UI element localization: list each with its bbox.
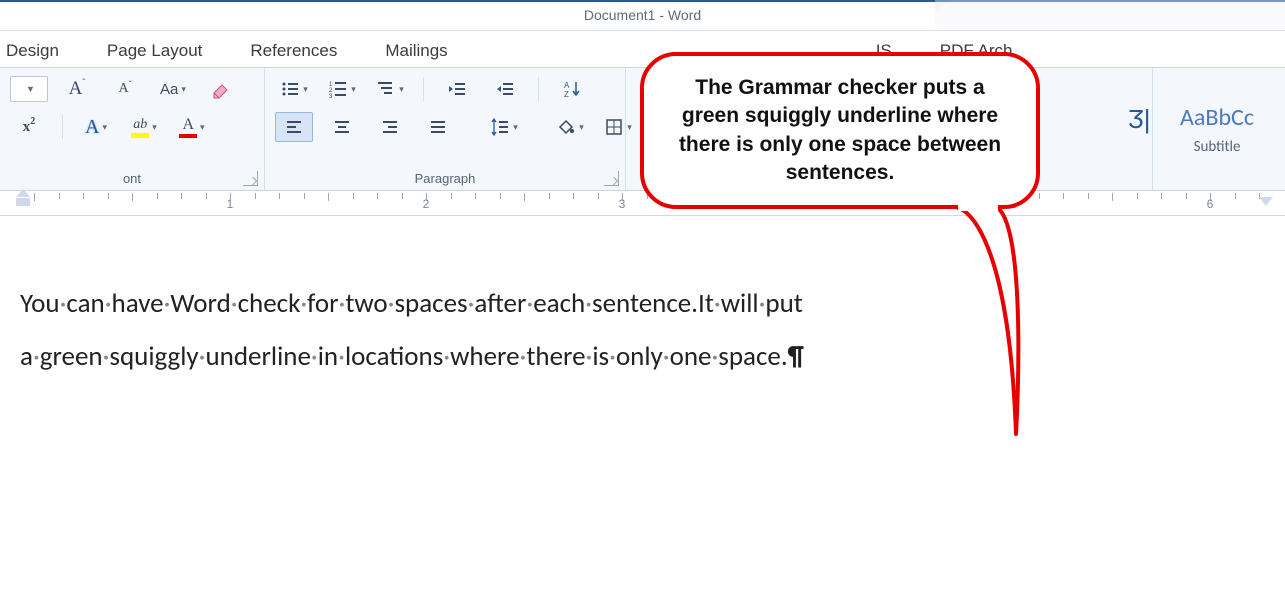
style-label: Subtitle	[1194, 138, 1241, 156]
decrease-indent-icon	[447, 79, 467, 99]
justify-button[interactable]	[419, 112, 457, 142]
ruler-label-6: 6	[1207, 197, 1214, 211]
indent-marker-right[interactable]	[1259, 197, 1273, 206]
tab-references[interactable]: References	[248, 37, 339, 67]
multilevel-icon	[376, 79, 396, 99]
callout-bubble: The Grammar checker puts a green squiggl…	[640, 52, 1040, 209]
increase-indent-button[interactable]	[486, 74, 524, 104]
borders-button[interactable]: ▾	[599, 112, 637, 142]
font-color-button[interactable]: A▾	[173, 112, 211, 142]
app-title: Document1 - Word	[584, 7, 701, 23]
shrink-font-button[interactable]: Aˇ	[106, 74, 144, 104]
font-color-icon: A	[179, 116, 197, 138]
callout-text: The Grammar checker puts a green squiggl…	[679, 76, 1001, 184]
group-paragraph: ▾ 123▾ ▾	[265, 68, 626, 190]
paint-bucket-icon	[556, 117, 576, 137]
style-preview-subtitle[interactable]: AaBbCc Subtitle	[1152, 68, 1281, 190]
font-dialog-launcher[interactable]	[243, 171, 258, 186]
multilevel-list-button[interactable]: ▾	[371, 74, 409, 104]
document-line-1: You·can·have·Word·check·for·two·spaces·a…	[20, 278, 1265, 331]
sort-icon: AZ	[562, 79, 582, 99]
grow-font-button[interactable]: Aˆ	[58, 74, 96, 104]
group-font: ▼ Aˆ Aˇ Aa▾ x2 A▾	[0, 68, 265, 190]
pilcrow-mark: ¶	[788, 340, 804, 373]
align-center-icon	[332, 117, 352, 137]
line-spacing-button[interactable]: ▾	[485, 112, 523, 142]
eraser-icon	[211, 79, 231, 99]
highlighter-icon: ab	[131, 117, 149, 138]
paragraph-dialog-launcher[interactable]	[604, 171, 619, 186]
group-paragraph-label: Paragraph	[265, 168, 625, 190]
window-titlebar: Document1 - Word	[0, 0, 1285, 31]
bullets-icon	[280, 79, 300, 99]
numbering-button[interactable]: 123▾	[323, 74, 361, 104]
highlight-button[interactable]: ab▾	[125, 112, 163, 142]
line-spacing-icon	[490, 117, 510, 137]
font-size-combo-dropdown[interactable]: ▼	[10, 76, 48, 102]
tab-design[interactable]: Design	[4, 37, 61, 67]
svg-text:A: A	[564, 81, 570, 90]
tab-page-layout[interactable]: Page Layout	[105, 37, 204, 67]
align-right-button[interactable]	[371, 112, 409, 142]
justify-icon	[428, 117, 448, 137]
align-left-icon	[284, 117, 304, 137]
indent-marker-left[interactable]	[16, 189, 30, 206]
align-left-button[interactable]	[275, 112, 313, 142]
shading-button[interactable]: ▾	[551, 112, 589, 142]
text-cursor-icon: Ӡ|	[1128, 104, 1150, 135]
align-center-button[interactable]	[323, 112, 361, 142]
increase-indent-icon	[495, 79, 515, 99]
annotation-callout: The Grammar checker puts a green squiggl…	[640, 52, 1040, 209]
document-line-2: a·green·squiggly·underline·in·locations·…	[20, 331, 1265, 384]
titlebar-decoration	[935, 0, 1285, 30]
clear-format-button[interactable]	[202, 74, 240, 104]
sort-button[interactable]: AZ	[553, 74, 591, 104]
bullets-button[interactable]: ▾	[275, 74, 313, 104]
borders-icon	[604, 117, 624, 137]
ruler-label-3: 3	[619, 197, 626, 211]
text-effects-button[interactable]: A▾	[77, 112, 115, 142]
change-case-button[interactable]: Aa▾	[154, 74, 192, 104]
ruler-label-1: 1	[227, 197, 234, 211]
group-font-label: ont	[0, 168, 264, 190]
svg-text:3: 3	[329, 94, 333, 99]
superscript-button[interactable]: x2	[10, 112, 48, 142]
align-right-icon	[380, 117, 400, 137]
svg-text:Z: Z	[564, 90, 569, 99]
ruler-label-2: 2	[423, 197, 430, 211]
style-sample: AaBbCc	[1180, 103, 1254, 132]
decrease-indent-button[interactable]	[438, 74, 476, 104]
numbering-icon: 123	[328, 79, 348, 99]
tab-mailings[interactable]: Mailings	[383, 37, 449, 67]
document-body[interactable]: You·can·have·Word·check·for·two·spaces·a…	[0, 216, 1285, 383]
